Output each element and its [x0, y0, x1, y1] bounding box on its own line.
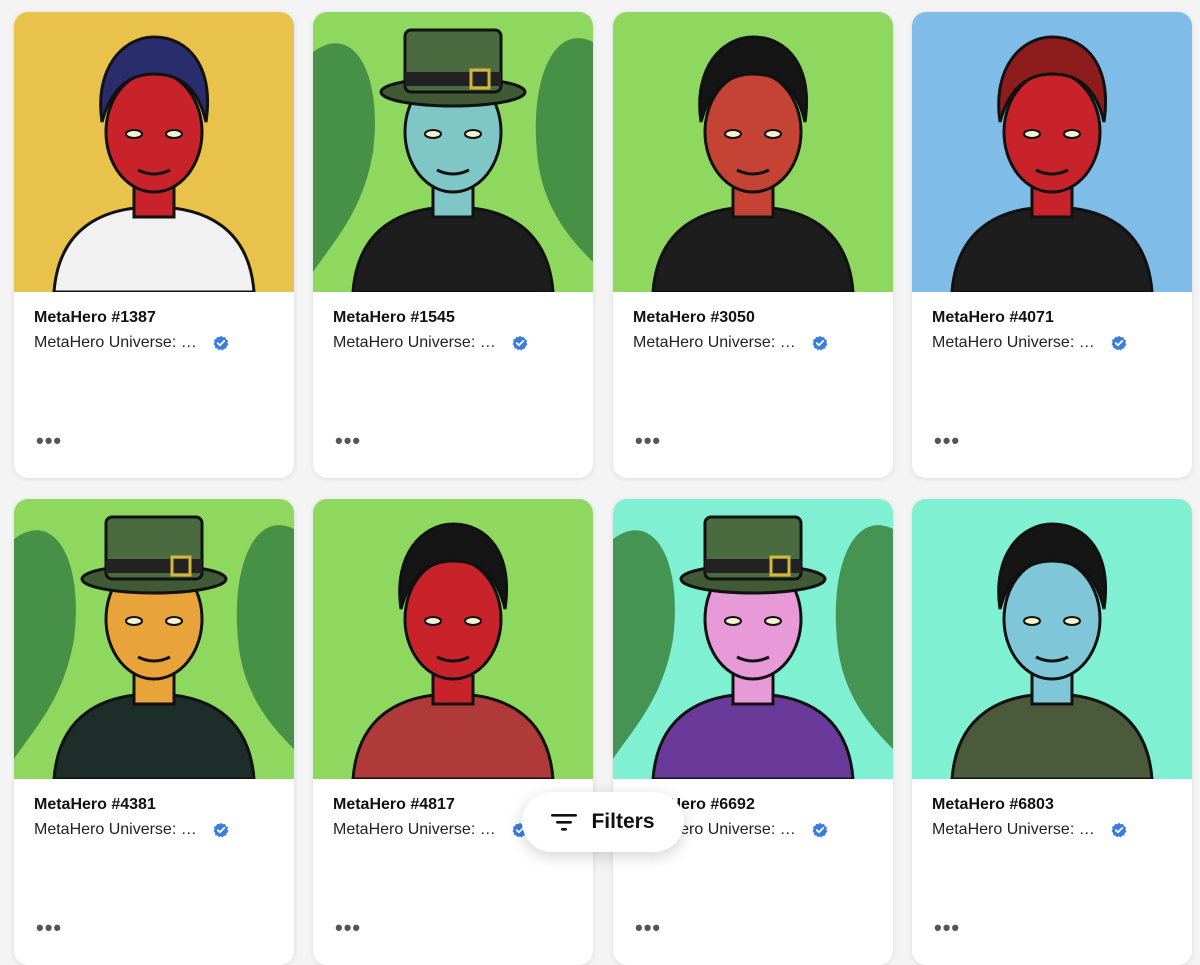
nft-name[interactable]: MetaHero #4071	[932, 308, 1172, 328]
nft-artwork-image[interactable]	[912, 12, 1192, 292]
verified-badge-icon	[812, 335, 828, 351]
nft-card[interactable]: MetaHero #4817 MetaHero Universe: Genera…	[313, 499, 593, 965]
nft-card[interactable]: MetaHero #1387 MetaHero Universe: Genera…	[14, 12, 294, 478]
more-options-button[interactable]: •••	[335, 430, 361, 452]
more-options-button[interactable]: •••	[635, 430, 661, 452]
collection-name[interactable]: MetaHero Universe: Generative Identities	[34, 333, 206, 353]
verified-badge-icon	[812, 822, 828, 838]
collection-name[interactable]: MetaHero Universe: Generative Identities	[932, 820, 1104, 840]
nft-artwork-image[interactable]	[613, 499, 893, 779]
collection-name[interactable]: MetaHero Universe: Generative Identities	[932, 333, 1104, 353]
nft-name[interactable]: MetaHero #6803	[932, 795, 1172, 815]
collection-row: MetaHero Universe: Generative Identities	[34, 820, 274, 840]
collection-row: MetaHero Universe: Generative Identities	[333, 333, 573, 353]
nft-artwork-image[interactable]	[613, 12, 893, 292]
nft-card-details: MetaHero #1387 MetaHero Universe: Genera…	[14, 292, 294, 452]
hero-portrait-icon	[313, 499, 593, 779]
collection-row: MetaHero Universe: Generative Identities	[633, 333, 873, 353]
nft-artwork-image[interactable]	[313, 12, 593, 292]
nft-card[interactable]: MetaHero #3050 MetaHero Universe: Genera…	[613, 12, 893, 478]
nft-card[interactable]: MetaHero #4381 MetaHero Universe: Genera…	[14, 499, 294, 965]
nft-card-details: MetaHero #4071 MetaHero Universe: Genera…	[912, 292, 1192, 452]
filters-label: Filters	[591, 810, 655, 833]
nft-name[interactable]: MetaHero #3050	[633, 308, 873, 328]
nft-artwork-image[interactable]	[14, 499, 294, 779]
collection-name[interactable]: MetaHero Universe: Generative Identities	[34, 820, 206, 840]
verified-badge-icon	[512, 335, 528, 351]
nft-card[interactable]: MetaHero #1545 MetaHero Universe: Genera…	[313, 12, 593, 478]
more-options-button[interactable]: •••	[36, 917, 62, 939]
verified-badge-icon	[1111, 335, 1127, 351]
nft-artwork-image[interactable]	[14, 12, 294, 292]
more-options-button[interactable]: •••	[635, 917, 661, 939]
verified-badge-icon	[213, 335, 229, 351]
nft-artwork-image[interactable]	[313, 499, 593, 779]
more-options-button[interactable]: •••	[335, 917, 361, 939]
collection-name[interactable]: MetaHero Universe: Generative Identities	[333, 820, 505, 840]
collection-row: MetaHero Universe: Generative Identities	[34, 333, 274, 353]
hero-portrait-icon	[613, 499, 893, 779]
nft-card-details: MetaHero #1545 MetaHero Universe: Genera…	[313, 292, 593, 452]
hero-portrait-icon	[912, 499, 1192, 779]
nft-artwork-image[interactable]	[912, 499, 1192, 779]
collection-row: MetaHero Universe: Generative Identities	[932, 333, 1172, 353]
hero-portrait-icon	[313, 12, 593, 292]
nft-name[interactable]: MetaHero #4381	[34, 795, 274, 815]
nft-card-details: MetaHero #6803 MetaHero Universe: Genera…	[912, 779, 1192, 939]
nft-grid: MetaHero #1387 MetaHero Universe: Genera…	[0, 0, 1200, 965]
more-options-button[interactable]: •••	[36, 430, 62, 452]
more-options-button[interactable]: •••	[934, 917, 960, 939]
nft-card[interactable]: MetaHero #6692 MetaHero Universe: Genera…	[613, 499, 893, 965]
filter-lines-icon	[551, 814, 578, 831]
more-options-button[interactable]: •••	[934, 430, 960, 452]
collection-name[interactable]: MetaHero Universe: Generative Identities	[633, 333, 805, 353]
verified-badge-icon	[213, 822, 229, 838]
filters-button[interactable]: Filters	[522, 792, 684, 852]
nft-card[interactable]: MetaHero #4071 MetaHero Universe: Genera…	[912, 12, 1192, 478]
nft-card[interactable]: MetaHero #6803 MetaHero Universe: Genera…	[912, 499, 1192, 965]
verified-badge-icon	[1111, 822, 1127, 838]
nft-name[interactable]: MetaHero #1387	[34, 308, 274, 328]
hero-portrait-icon	[912, 12, 1192, 292]
nft-name[interactable]: MetaHero #1545	[333, 308, 573, 328]
hero-portrait-icon	[14, 12, 294, 292]
hero-portrait-icon	[14, 499, 294, 779]
nft-card-details: MetaHero #3050 MetaHero Universe: Genera…	[613, 292, 893, 452]
nft-card-details: MetaHero #4381 MetaHero Universe: Genera…	[14, 779, 294, 939]
hero-portrait-icon	[613, 12, 893, 292]
collection-row: MetaHero Universe: Generative Identities	[932, 820, 1172, 840]
collection-name[interactable]: MetaHero Universe: Generative Identities	[333, 333, 505, 353]
